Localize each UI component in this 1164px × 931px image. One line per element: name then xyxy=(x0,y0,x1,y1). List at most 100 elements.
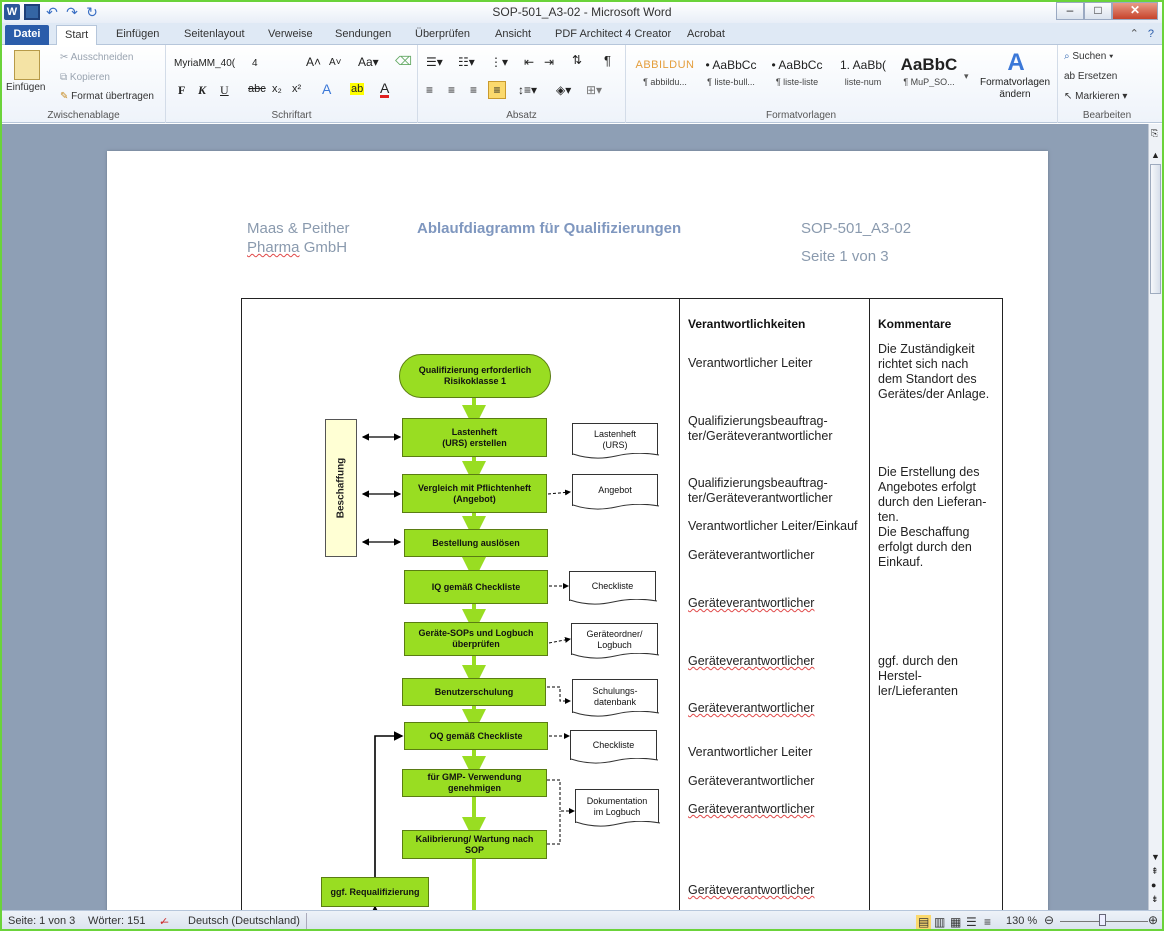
tab-pdf-architect[interactable]: PDF Architect 4 Creator xyxy=(547,25,679,45)
status-language[interactable]: Deutsch (Deutschland) xyxy=(188,915,300,927)
tab-acrobat[interactable]: Acrobat xyxy=(679,25,733,45)
select-label: Markieren xyxy=(1075,91,1120,102)
zoom-out-icon[interactable]: ⊖ xyxy=(1044,913,1054,927)
beschaffung-label: Beschaffung xyxy=(335,457,347,519)
change-case-icon[interactable]: Aa▾ xyxy=(358,55,379,69)
copy-button[interactable]: ⧉ Kopieren xyxy=(60,72,110,83)
superscript-icon[interactable]: x² xyxy=(292,83,301,95)
shading-icon[interactable]: ◈▾ xyxy=(556,83,571,97)
paste-button[interactable]: Einfügen xyxy=(6,82,45,93)
status-words[interactable]: Wörter: 151 xyxy=(88,915,145,927)
highlight-icon[interactable]: ab xyxy=(350,83,365,95)
shrink-font-icon[interactable]: A˅ xyxy=(329,57,342,68)
find-button[interactable]: ⌕ Suchen ▾ xyxy=(1064,51,1113,62)
bold-icon[interactable]: F xyxy=(178,83,185,98)
header-comments: Kommentare xyxy=(878,317,952,331)
grow-font-icon[interactable]: A˄ xyxy=(306,55,321,69)
font-size-select[interactable]: 4 xyxy=(252,56,282,72)
justify-icon[interactable]: ≡ xyxy=(488,81,506,99)
comment-item: Die Zuständigkeit richtet sich nach dem … xyxy=(878,342,990,401)
table-divider xyxy=(679,299,680,910)
tab-mailings[interactable]: Sendungen xyxy=(327,25,399,45)
zoom-in-icon[interactable]: ⊕ xyxy=(1148,913,1158,927)
format-painter-button[interactable]: ✎ Format übertragen xyxy=(60,91,154,102)
styles-more-icon[interactable]: ▾ xyxy=(964,71,969,82)
document-wave xyxy=(572,453,660,459)
subscript-icon[interactable]: x₂ xyxy=(272,83,282,95)
browse-object-icon[interactable]: ● xyxy=(1151,880,1156,890)
draft-icon[interactable]: ≡ xyxy=(984,915,991,929)
increase-indent-icon[interactable]: ⇥ xyxy=(544,55,554,69)
scroll-thumb[interactable] xyxy=(1150,164,1161,294)
align-right-icon[interactable]: ≡ xyxy=(470,83,477,97)
print-layout-icon[interactable]: ▤ xyxy=(916,915,932,929)
zoom-level[interactable]: 130 % xyxy=(1006,915,1037,927)
decrease-indent-icon[interactable]: ⇤ xyxy=(524,55,534,69)
line-spacing-icon[interactable]: ↕≡▾ xyxy=(518,83,537,97)
tab-page-layout[interactable]: Seitenlayout xyxy=(176,25,253,45)
style-liste-num[interactable]: 1. AaBb( liste-num xyxy=(830,53,896,101)
align-left-icon[interactable]: ≡ xyxy=(426,83,433,97)
web-layout-icon[interactable]: ▦ xyxy=(950,915,961,929)
select-button[interactable]: ↖ Markieren ▾ xyxy=(1064,91,1127,102)
underline-icon[interactable]: U xyxy=(220,83,229,98)
tab-view[interactable]: Ansicht xyxy=(487,25,539,45)
responsibility-item: Geräteverantwortlicher xyxy=(688,701,815,715)
style-liste-bullet[interactable]: • AaBbCc ¶ liste-bull... xyxy=(698,53,764,101)
cut-button[interactable]: ✂ Ausschneiden xyxy=(60,52,133,63)
minimize-button[interactable]: – xyxy=(1056,2,1084,20)
close-button[interactable]: ✕ xyxy=(1112,2,1158,20)
responsibility-item: Verantwortlicher Leiter xyxy=(688,356,813,370)
outline-icon[interactable]: ☰ xyxy=(966,915,977,929)
change-styles-button[interactable]: A Formatvorlagen ändern xyxy=(976,49,1056,101)
flow-step: Vergleich mit Pflichtenheft (Angebot) xyxy=(402,474,547,513)
italic-icon[interactable]: K xyxy=(198,83,206,98)
ruler-toggle-icon[interactable]: ⎘ xyxy=(1151,128,1158,139)
responsibility-item: Geräteverantwortlicher xyxy=(688,548,815,562)
next-page-icon[interactable]: ⇟ xyxy=(1151,894,1159,905)
full-screen-reading-icon[interactable]: ▥ xyxy=(934,915,945,929)
document-page[interactable]: Maas & Peither Pharma GmbH Ablaufdiagram… xyxy=(107,151,1048,910)
vertical-scrollbar[interactable]: ⎘ ▲ ▼ ⇞ ● ⇟ xyxy=(1148,124,1162,910)
proofing-icon[interactable]: ✓̶ xyxy=(159,915,168,928)
help-icon[interactable]: ? xyxy=(1148,28,1154,40)
flow-document: Lastenheft (URS) xyxy=(572,423,660,459)
tab-review[interactable]: Überprüfen xyxy=(407,25,478,45)
numbering-icon[interactable]: ☷▾ xyxy=(458,55,475,69)
responsibility-item: Geräteverantwortlicher xyxy=(688,774,815,788)
editing-group: ⌕ Suchen ▾ ab Ersetzen ↖ Markieren ▾ Bea… xyxy=(1058,45,1156,123)
collapse-ribbon-icon[interactable]: ⌃ xyxy=(1130,28,1139,40)
show-formatting-icon[interactable]: ¶ xyxy=(604,53,611,68)
company-line1: Maas & Peither xyxy=(247,220,350,237)
style-mup-sop[interactable]: AaBbC ¶ MuP_SO... xyxy=(896,53,962,101)
font-color-icon[interactable]: A xyxy=(380,81,390,98)
clear-formatting-icon[interactable]: ⌫ xyxy=(395,54,412,68)
document-wave xyxy=(575,821,661,827)
status-page[interactable]: Seite: 1 von 3 xyxy=(8,915,75,927)
bullets-icon[interactable]: ☰▾ xyxy=(426,55,443,69)
document-wave xyxy=(572,711,660,717)
document-wave xyxy=(571,653,660,659)
tab-insert[interactable]: Einfügen xyxy=(108,25,167,45)
maximize-button[interactable]: □ xyxy=(1084,2,1112,20)
style-abbildung[interactable]: ABBILDUN ¶ abbildu... xyxy=(632,53,698,101)
tab-start[interactable]: Start xyxy=(56,25,98,45)
previous-page-icon[interactable]: ⇞ xyxy=(1151,866,1159,877)
borders-icon[interactable]: ⊞▾ xyxy=(586,83,602,97)
scroll-up-icon[interactable]: ▲ xyxy=(1151,150,1160,160)
sort-icon[interactable]: ⇅ xyxy=(572,53,582,67)
font-family-select[interactable]: MyriaMM_40( xyxy=(174,56,249,72)
style-liste-liste[interactable]: • AaBbCc ¶ liste-liste xyxy=(764,53,830,101)
align-center-icon[interactable]: ≡ xyxy=(448,83,455,97)
strikethrough-icon[interactable]: abc xyxy=(248,83,266,95)
responsibility-item: Geräteverantwortlicher xyxy=(688,596,815,610)
paste-icon[interactable] xyxy=(14,50,40,80)
text-effects-icon[interactable]: A xyxy=(322,81,331,97)
scroll-down-icon[interactable]: ▼ xyxy=(1151,852,1160,862)
zoom-slider-thumb[interactable] xyxy=(1099,914,1106,926)
document-wave xyxy=(569,599,658,605)
replace-button[interactable]: ab Ersetzen xyxy=(1064,71,1117,82)
tab-references[interactable]: Verweise xyxy=(260,25,321,45)
multilevel-list-icon[interactable]: ⋮▾ xyxy=(490,55,508,69)
tab-file[interactable]: Datei xyxy=(5,25,49,45)
